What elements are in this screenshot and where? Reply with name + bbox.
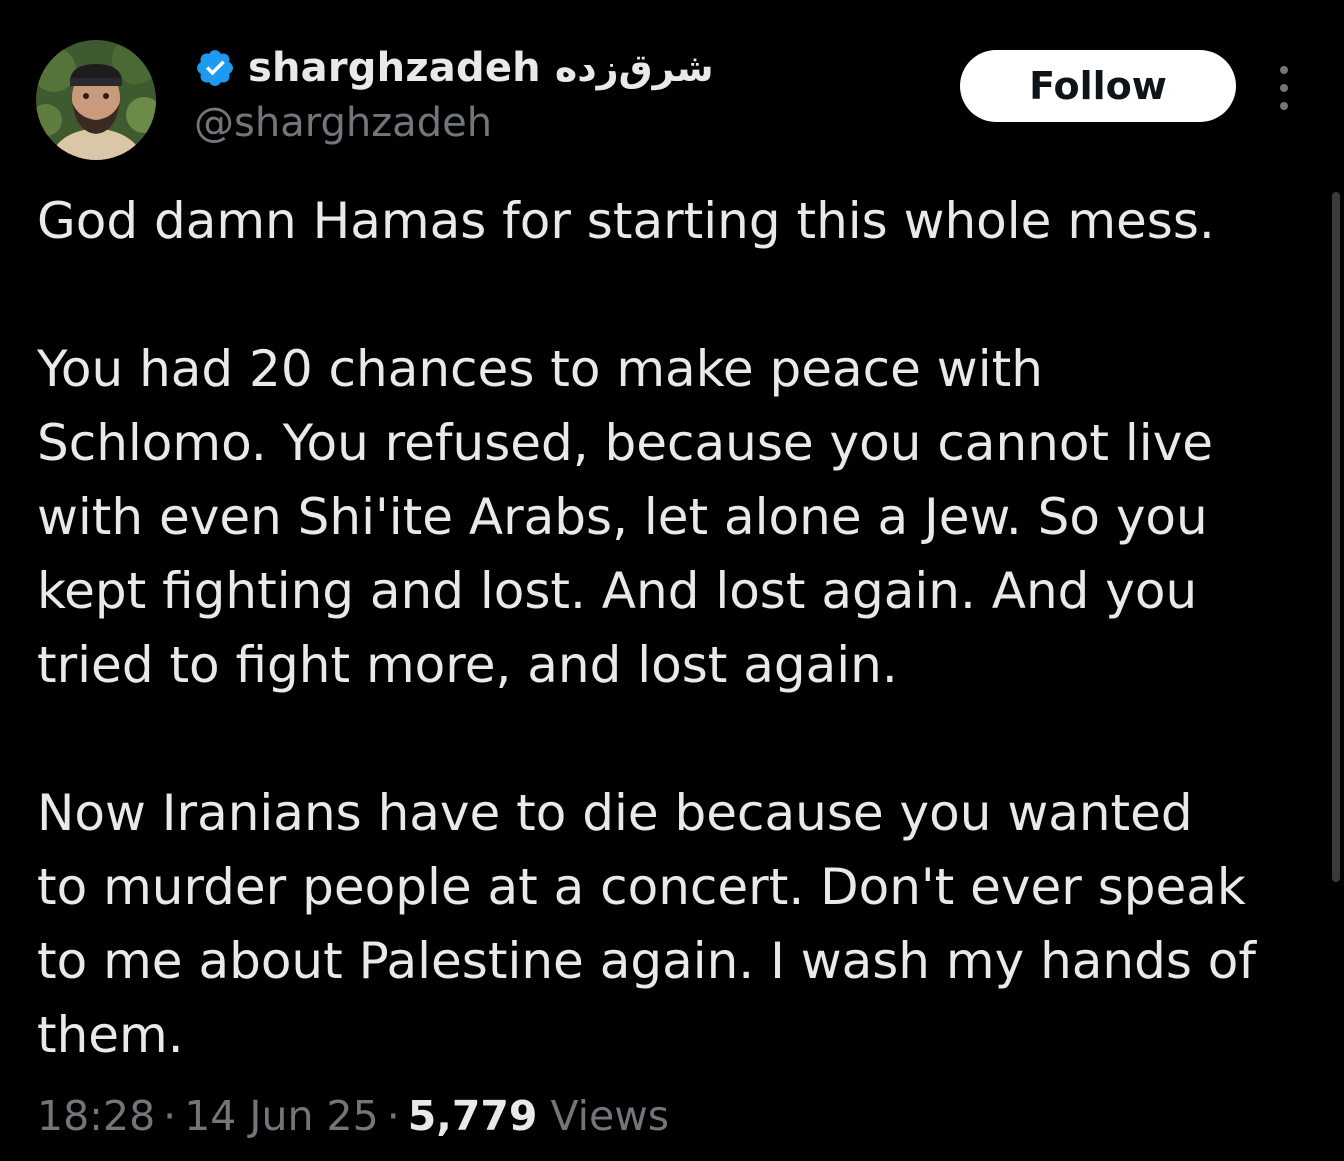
avatar[interactable] [36,40,156,160]
tweet-line: to me about Palestine again. I wash my h… [37,932,1256,990]
tweet-meta: 18:28 · 14 Jun 25 · 5,779 Views [37,1092,669,1140]
tweet-page: sharghzadeh شرق‌زده @sharghzadeh Follow … [0,0,1344,1161]
tweet-line: with even Shi'ite Arabs, let alone a Jew… [37,488,1208,546]
tweet-time[interactable]: 18:28 [37,1092,155,1140]
views-label: Views [550,1092,670,1140]
follow-button[interactable]: Follow [960,50,1236,122]
verified-badge-icon [197,50,233,86]
views-count[interactable]: 5,779 [408,1092,538,1140]
tweet-text: God damn Hamas for starting this whole m… [37,184,1327,1072]
avatar-image [36,40,156,160]
tweet-line: Now Iranians have to die because you wan… [37,784,1193,842]
author-name-row[interactable]: sharghzadeh شرق‌زده [194,40,714,96]
more-dot [1280,102,1288,110]
tweet-line: God damn Hamas for starting this whole m… [37,192,1215,250]
display-name-persian[interactable]: شرق‌زده [555,46,714,90]
tweet-date[interactable]: 14 Jun 25 [184,1092,378,1140]
more-dot [1280,84,1288,92]
user-handle[interactable]: @sharghzadeh [194,100,492,146]
display-name[interactable]: sharghzadeh [248,45,541,91]
meta-separator: · [386,1092,400,1140]
meta-separator: · [163,1092,177,1140]
scrollbar[interactable] [1332,192,1340,882]
more-dot [1280,66,1288,74]
tweet-line: tried to fight more, and lost again. [37,636,898,694]
more-vertical-icon[interactable] [1270,66,1298,110]
tweet-line: Schlomo. You refused, because you cannot… [37,414,1214,472]
tweet-line: kept fighting and lost. And lost again. … [37,562,1198,620]
tweet-line: them. [37,1006,184,1064]
tweet-line: You had 20 chances to make peace with [37,340,1043,398]
tweet-line: to murder people at a concert. Don't eve… [37,858,1246,916]
